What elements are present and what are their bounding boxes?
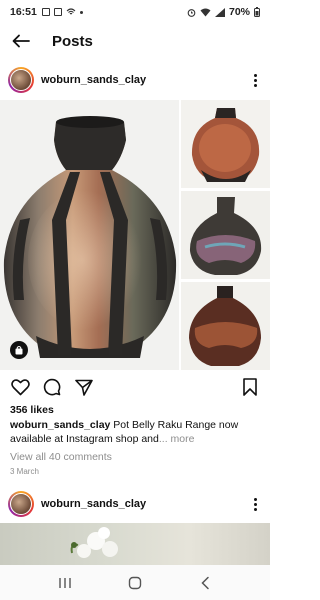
status-bar: 16:51 70% xyxy=(0,0,270,24)
main-vase-image[interactable] xyxy=(0,100,179,370)
avatar[interactable] xyxy=(8,491,34,517)
wifi-icon xyxy=(200,8,211,16)
post-header: woburn_sands_clay xyxy=(0,60,270,100)
more-options-icon[interactable] xyxy=(248,496,262,512)
page-header: Posts xyxy=(0,24,270,58)
status-time: 16:51 xyxy=(10,6,37,18)
back-icon[interactable] xyxy=(193,573,217,593)
battery-percent: 70% xyxy=(228,6,250,18)
post-media[interactable] xyxy=(0,100,270,370)
share-icon[interactable] xyxy=(74,377,94,397)
view-comments-link[interactable]: View all 40 comments xyxy=(10,451,112,463)
system-nav-bar xyxy=(0,565,270,600)
bookmark-icon[interactable] xyxy=(240,377,260,397)
alarm-icon xyxy=(187,8,196,17)
battery-icon xyxy=(254,7,260,17)
thumbnail-3[interactable] xyxy=(181,282,270,370)
post-username[interactable]: woburn_sands_clay xyxy=(41,74,146,86)
avatar[interactable] xyxy=(8,67,34,93)
comment-icon[interactable] xyxy=(42,377,62,397)
next-post-header: woburn_sands_clay xyxy=(0,484,270,524)
post-date: 3 March xyxy=(10,467,39,476)
caption-more-link[interactable]: ... more xyxy=(159,433,195,445)
notification-dot xyxy=(79,10,83,14)
mail-icon xyxy=(53,8,62,16)
post-caption: woburn_sands_clay Pot Belly Raku Range n… xyxy=(10,419,262,446)
more-options-icon[interactable] xyxy=(248,72,262,88)
heart-icon[interactable] xyxy=(10,377,30,397)
post-actions xyxy=(0,374,270,400)
image-icon xyxy=(41,8,50,16)
thumbnail-1[interactable] xyxy=(181,100,270,188)
page-title: Posts xyxy=(52,32,93,50)
signal-icon xyxy=(214,7,225,17)
back-arrow-icon[interactable] xyxy=(10,30,32,52)
thumbnail-2[interactable] xyxy=(181,191,270,279)
next-post-username[interactable]: woburn_sands_clay xyxy=(41,498,146,510)
caption-username[interactable]: woburn_sands_clay xyxy=(10,419,110,431)
shopping-bag-icon[interactable] xyxy=(10,341,28,359)
next-post-media[interactable] xyxy=(0,523,270,565)
wifi-calling-icon xyxy=(66,8,76,15)
likes-count[interactable]: 356 likes xyxy=(10,404,54,416)
recent-apps-icon[interactable] xyxy=(53,573,77,593)
home-icon[interactable] xyxy=(123,573,147,593)
